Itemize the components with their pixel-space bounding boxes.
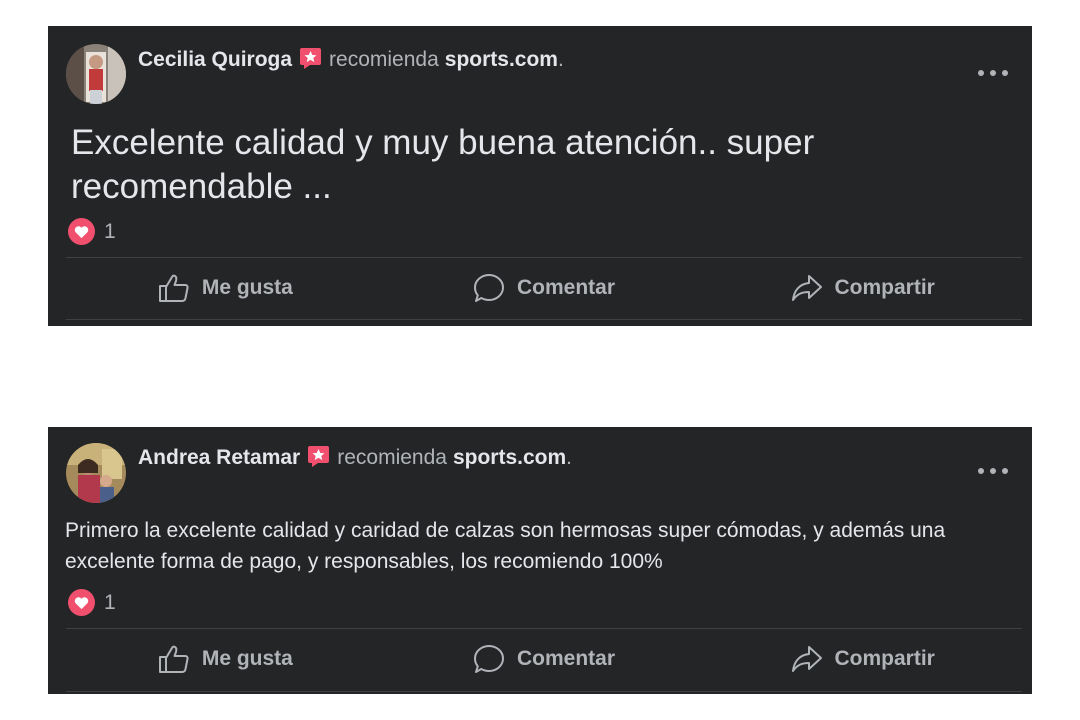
post-card: Cecilia Quiroga recomienda sports.com . … — [48, 26, 1032, 326]
avatar[interactable] — [66, 44, 126, 104]
heart-reaction-icon — [68, 218, 95, 245]
reaction-count: 1 — [104, 590, 116, 614]
page-name-link[interactable]: sports.com — [453, 446, 566, 470]
page-name-link[interactable]: sports.com — [445, 48, 558, 72]
divider — [66, 319, 1022, 320]
share-arrow-icon — [791, 275, 822, 301]
share-label: Compartir — [834, 647, 935, 670]
recommend-star-icon — [307, 445, 330, 468]
post-text: Primero la excelente calidad y caridad d… — [65, 519, 946, 573]
post-card: Andrea Retamar recomienda sports.com . P… — [48, 427, 1032, 694]
post-text: Excelente calidad y muy buena atención..… — [71, 123, 815, 206]
share-button[interactable]: Compartir — [703, 629, 1022, 689]
post-header: Andrea Retamar recomienda sports.com . — [138, 445, 573, 470]
avatar[interactable] — [66, 443, 126, 503]
like-button[interactable]: Me gusta — [66, 258, 385, 318]
reactions-summary[interactable]: 1 — [68, 218, 116, 245]
more-options-icon[interactable] — [978, 461, 1008, 481]
reactions-summary[interactable]: 1 — [68, 589, 116, 616]
action-bar: Me gusta Comentar Compartir — [66, 629, 1022, 689]
more-options-icon[interactable] — [978, 63, 1008, 83]
share-label: Compartir — [834, 276, 935, 299]
comment-label: Comentar — [516, 276, 616, 299]
like-label: Me gusta — [201, 647, 293, 670]
heart-reaction-icon — [68, 589, 95, 616]
like-button[interactable]: Me gusta — [66, 629, 385, 689]
comment-label: Comentar — [516, 647, 616, 670]
comment-bubble-icon — [473, 645, 504, 673]
author-name[interactable]: Cecilia Quiroga — [138, 48, 292, 72]
reaction-count: 1 — [104, 219, 116, 243]
like-label: Me gusta — [201, 276, 293, 299]
recommend-verb: recomienda — [337, 446, 447, 469]
share-arrow-icon — [791, 646, 822, 672]
thumbs-up-icon — [158, 274, 189, 302]
comment-button[interactable]: Comentar — [385, 629, 704, 689]
recommend-verb: recomienda — [329, 48, 439, 71]
comment-bubble-icon — [473, 274, 504, 302]
post-header: Cecilia Quiroga recomienda sports.com . — [138, 47, 564, 72]
comment-button[interactable]: Comentar — [385, 258, 704, 318]
header-punctuation: . — [566, 446, 573, 469]
header-punctuation: . — [557, 48, 564, 71]
author-name[interactable]: Andrea Retamar — [138, 446, 300, 470]
recommend-star-icon — [299, 47, 322, 70]
divider — [66, 691, 1022, 692]
action-bar: Me gusta Comentar Compartir — [66, 258, 1022, 318]
thumbs-up-icon — [158, 645, 189, 673]
share-button[interactable]: Compartir — [703, 258, 1022, 318]
